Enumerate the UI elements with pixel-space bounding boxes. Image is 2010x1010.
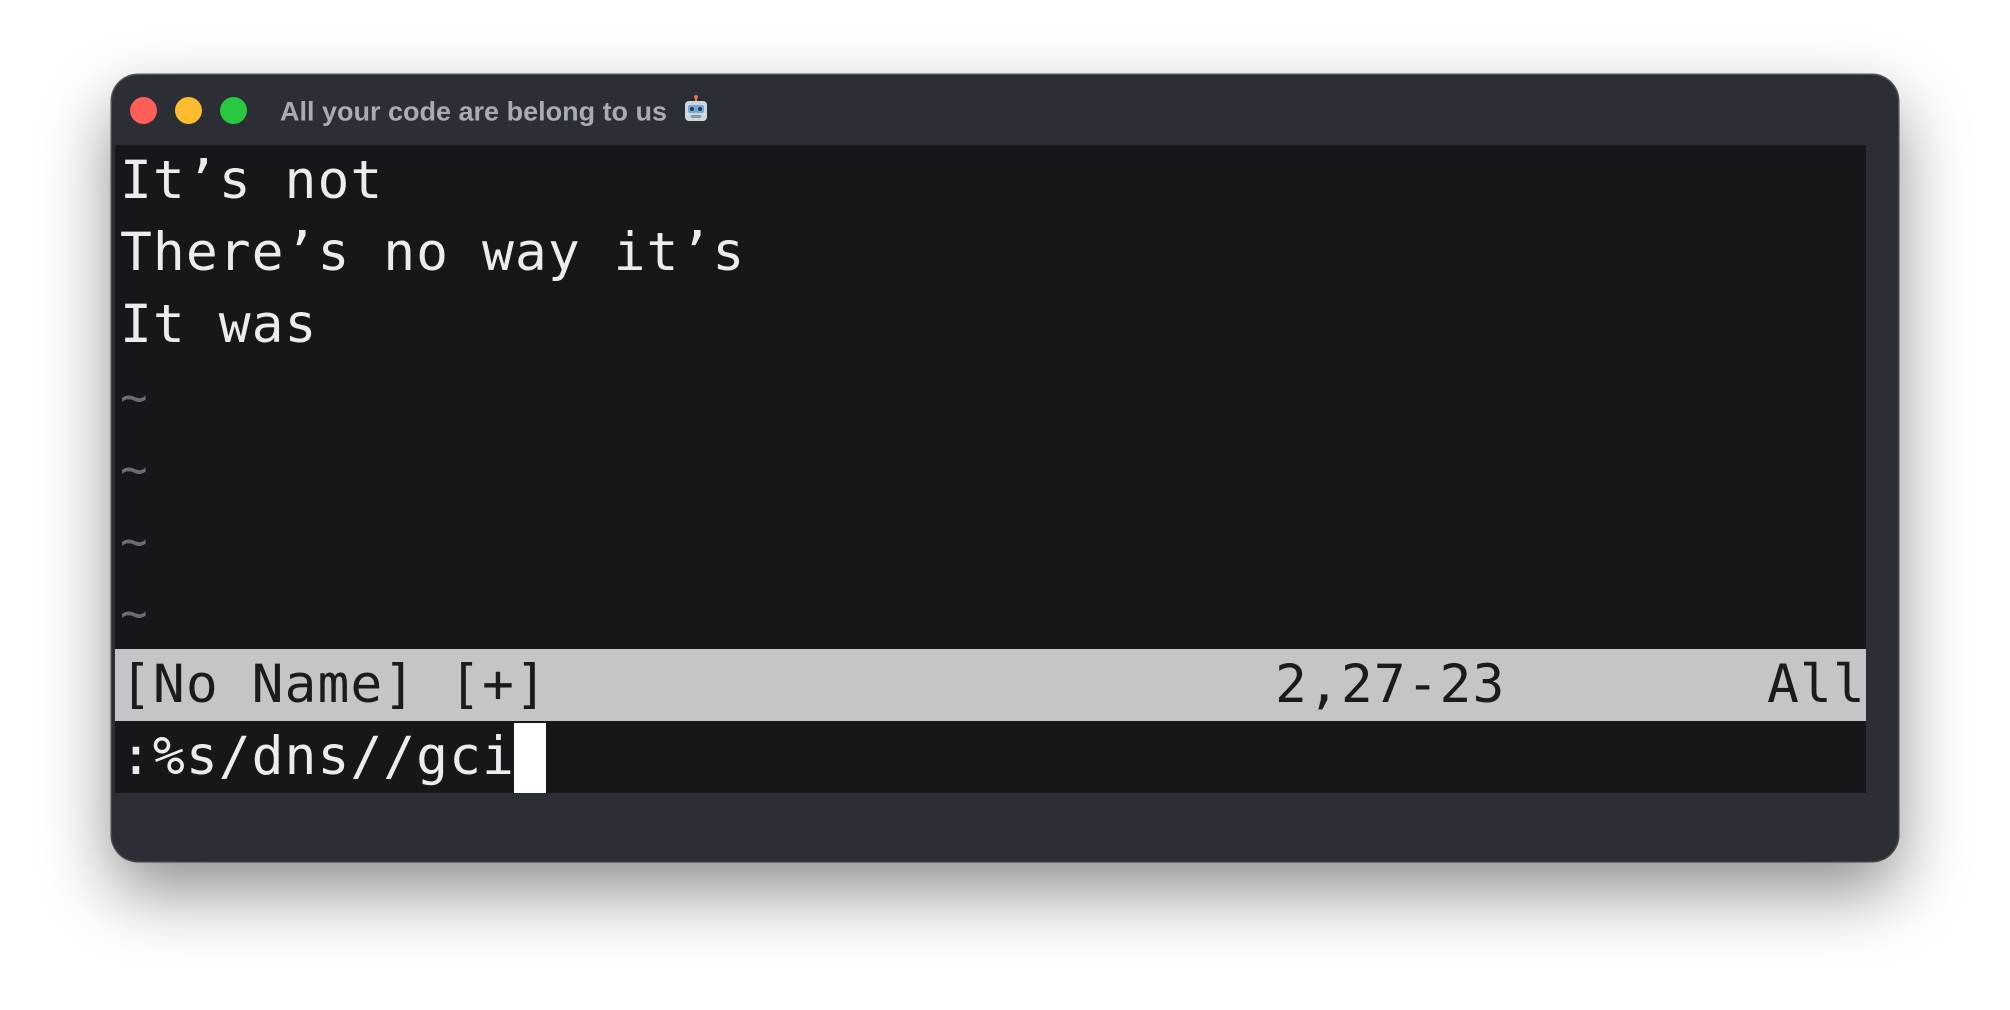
block-cursor bbox=[514, 723, 546, 793]
empty-line-marker: ~ bbox=[120, 370, 149, 424]
robot-icon bbox=[681, 95, 711, 132]
status-filename: [No Name] [+] bbox=[120, 654, 548, 715]
empty-line-marker: ~ bbox=[120, 586, 149, 640]
status-cursor-position: 2,27-23 bbox=[1275, 654, 1506, 715]
buffer-line-3: It was bbox=[120, 294, 318, 355]
window-title: All your code are belong to us bbox=[280, 95, 711, 132]
empty-line-marker: ~ bbox=[120, 442, 149, 496]
buffer-line-1: It’s not bbox=[120, 150, 384, 211]
terminal-content[interactable]: It’s not There’s no way it’s It was ~ ~ … bbox=[115, 145, 1866, 793]
zoom-button[interactable] bbox=[220, 97, 247, 124]
buffer-line-2: There’s no way it’s bbox=[120, 222, 746, 283]
terminal-window: All your code are belong to us It’s not … bbox=[112, 75, 1898, 861]
window-title-text: All your code are belong to us bbox=[280, 96, 668, 127]
minimize-button[interactable] bbox=[175, 97, 202, 124]
close-button[interactable] bbox=[130, 97, 157, 124]
command-line[interactable]: :%s/dns//gci bbox=[120, 721, 515, 793]
status-line: [No Name] [+] 2,27-23 All bbox=[115, 649, 1866, 721]
empty-line-marker: ~ bbox=[120, 514, 149, 568]
status-scroll-position: All bbox=[1767, 654, 1866, 715]
title-bar[interactable]: All your code are belong to us bbox=[112, 75, 1898, 145]
